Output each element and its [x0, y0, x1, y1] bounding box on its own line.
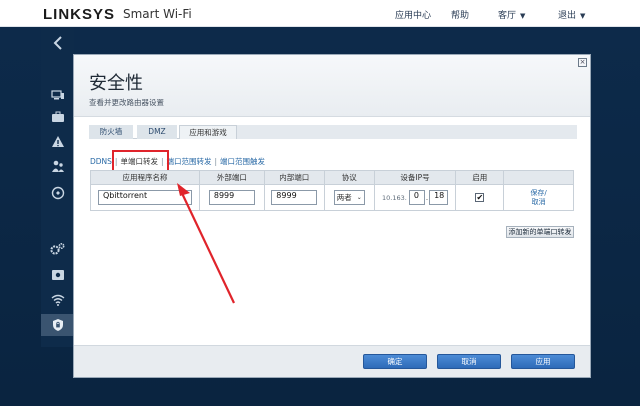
devices-icon[interactable]: [41, 84, 74, 106]
col-device-ip: 设备IP号: [373, 170, 457, 185]
app-name-input[interactable]: Qbittorrent: [97, 190, 192, 205]
add-single-port-forwarding-button[interactable]: 添加新的单端口转发: [506, 226, 574, 238]
enable-checkbox[interactable]: ✔: [475, 193, 485, 202]
tab-strip-fill: [237, 125, 577, 139]
page-title: 安全性: [89, 73, 143, 94]
protocol-value: 两者: [336, 193, 352, 202]
back-chevron-icon[interactable]: [41, 30, 74, 56]
col-internal-port: 内部端口: [263, 170, 325, 185]
external-port-input[interactable]: 8999: [208, 190, 255, 205]
col-enabled: 启用: [455, 170, 505, 185]
table-row: Qbittorrent 8999 8999 两者 ⌄ 10.163. 0. 18 ✔ …: [90, 184, 574, 211]
subnav-port-range-forwarding[interactable]: 端口范围转发: [166, 157, 211, 166]
tab-apps-games[interactable]: 应用和游戏: [179, 125, 237, 139]
dialog-footer: 确定 取消 应用: [74, 345, 590, 377]
subnav-ddns[interactable]: DDNS: [90, 157, 112, 166]
chevron-down-icon: ⌄: [356, 194, 362, 201]
apply-button[interactable]: 应用: [511, 354, 575, 369]
ip-dot: .: [425, 193, 429, 202]
col-external-port: 外部端口: [198, 170, 265, 185]
col-actions: [503, 170, 574, 185]
toolbox-icon[interactable]: [41, 106, 74, 128]
port-forwarding-table: 应用程序名称 外部端口 内部端口 协议 设备IP号 启用 Qbittorrent…: [90, 170, 574, 211]
top-header: LINKSYS Smart Wi-Fi 应用中心 帮助 客厅 ▼ 退出 ▼: [0, 0, 640, 27]
subnav-port-range-triggering[interactable]: 端口范围触发: [220, 157, 265, 166]
wifi-icon[interactable]: [41, 289, 74, 311]
nav-router-name[interactable]: 客厅 ▼: [498, 8, 525, 21]
table-header-row: 应用程序名称 外部端口 内部端口 协议 设备IP号 启用: [90, 170, 574, 185]
tab-strip: 防火墙 DMZ 应用和游戏: [89, 125, 577, 139]
nav-help[interactable]: 帮助: [451, 8, 469, 21]
security-shield-icon[interactable]: [41, 314, 79, 336]
storage-icon[interactable]: [41, 263, 74, 285]
ip-prefix: 10.163.: [382, 193, 407, 202]
col-app-name: 应用程序名称: [90, 170, 200, 185]
chevron-down-icon: ▼: [520, 12, 526, 20]
col-protocol: 协议: [323, 170, 375, 185]
subnav-separator: |: [214, 157, 218, 166]
nav-app-center[interactable]: 应用中心: [395, 8, 431, 21]
close-icon[interactable]: ×: [578, 58, 587, 67]
ip-octet3-input[interactable]: 0: [408, 190, 425, 205]
nav-logout[interactable]: 退出 ▼: [558, 8, 585, 21]
settings-gear-icon[interactable]: [41, 238, 74, 260]
brand-logo: LINKSYS: [43, 6, 116, 23]
highlight-box: [112, 150, 169, 172]
internal-port-input[interactable]: 8999: [271, 190, 318, 205]
product-name: Smart Wi-Fi: [123, 7, 192, 21]
cancel-button[interactable]: 取消: [437, 354, 501, 369]
tab-dmz[interactable]: DMZ: [137, 125, 177, 139]
ip-octet4-input[interactable]: 18: [429, 190, 449, 205]
security-dialog: 安全性 查看并更改路由器设置 × 防火墙 DMZ 应用和游戏 DDNS | 单端口转…: [73, 54, 591, 378]
chevron-down-icon: ▼: [580, 12, 586, 20]
media-icon[interactable]: [41, 182, 74, 204]
page-subtitle: 查看并更改路由器设置: [89, 98, 164, 107]
protocol-select[interactable]: 两者 ⌄: [333, 190, 365, 205]
save-link[interactable]: 保存/: [504, 189, 573, 198]
ok-button[interactable]: 确定: [363, 354, 427, 369]
parental-icon[interactable]: [41, 155, 74, 177]
dialog-header: 安全性 查看并更改路由器设置: [74, 55, 590, 117]
cancel-link[interactable]: 取消: [504, 198, 573, 207]
tab-firewall[interactable]: 防火墙: [89, 125, 133, 139]
warning-icon[interactable]: [41, 130, 74, 152]
